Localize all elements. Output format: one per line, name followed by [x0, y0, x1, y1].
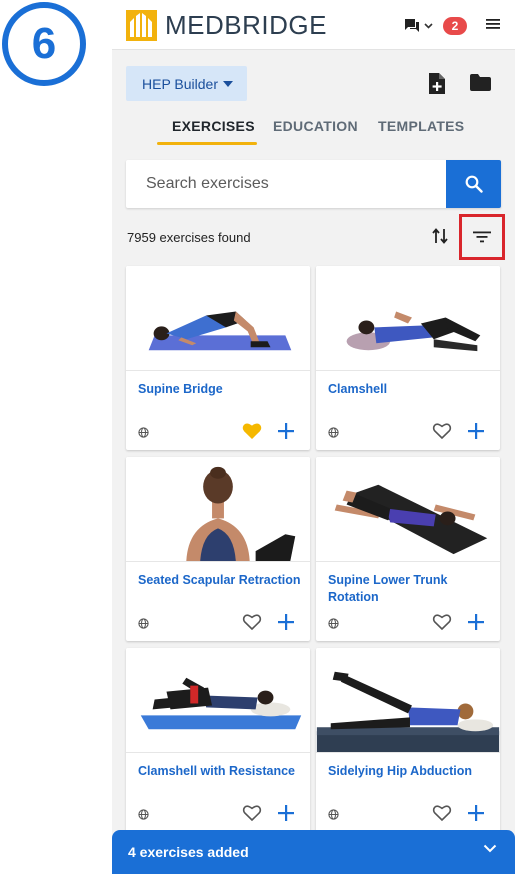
exercise-image	[126, 457, 310, 562]
heart-outline-icon[interactable]	[242, 613, 262, 631]
exercise-image	[316, 266, 500, 371]
new-document-icon[interactable]	[428, 73, 446, 95]
caret-down-icon	[223, 81, 233, 87]
exercise-title[interactable]: Supine Lower Trunk Rotation	[328, 572, 493, 606]
heart-outline-icon[interactable]	[432, 422, 452, 440]
exercise-image	[316, 457, 500, 562]
chevron-down-icon	[424, 22, 433, 29]
add-plus-icon[interactable]	[468, 614, 484, 630]
chevron-down-icon[interactable]	[483, 844, 497, 853]
tab-education[interactable]: EDUCATION	[273, 118, 358, 134]
exercise-image	[126, 266, 310, 371]
exercise-card[interactable]: Supine Bridge	[126, 266, 310, 450]
add-plus-icon[interactable]	[278, 805, 294, 821]
globe-icon	[138, 809, 149, 820]
tab-exercises[interactable]: EXERCISES	[172, 118, 255, 134]
globe-icon	[328, 809, 339, 820]
add-plus-icon[interactable]	[278, 614, 294, 630]
exercise-card[interactable]: Clamshell with Resistance	[126, 648, 310, 832]
globe-icon	[138, 618, 149, 629]
heart-outline-icon[interactable]	[432, 804, 452, 822]
brand-name: MEDBRIDGE	[165, 10, 327, 40]
exercise-title[interactable]: Sidelying Hip Abduction	[328, 763, 493, 780]
globe-icon	[138, 427, 149, 438]
exercises-added-label: 4 exercises added	[128, 844, 249, 860]
sort-icon[interactable]	[432, 227, 448, 245]
tab-templates[interactable]: TEMPLATES	[378, 118, 464, 134]
exercise-card[interactable]: Sidelying Hip Abduction	[316, 648, 500, 832]
globe-icon	[328, 427, 339, 438]
exercise-image	[126, 648, 310, 753]
hep-builder-dropdown[interactable]: HEP Builder	[126, 66, 247, 101]
medbridge-logo[interactable]: MEDBRIDGE	[126, 10, 327, 41]
content-tabs: EXERCISES EDUCATION TEMPLATES	[112, 110, 515, 146]
folder-icon[interactable]	[470, 74, 491, 91]
filter-icon	[473, 231, 491, 243]
exercise-title[interactable]: Clamshell with Resistance	[138, 763, 303, 780]
exercise-image	[316, 648, 500, 753]
app-panel: MEDBRIDGE 2 HEP Builder EXERCISES EDUCAT…	[112, 0, 515, 874]
messages-menu[interactable]	[404, 18, 433, 33]
heart-outline-icon[interactable]	[432, 613, 452, 631]
results-count: 7959 exercises found	[127, 230, 251, 245]
exercise-card[interactable]: Clamshell	[316, 266, 500, 450]
exercise-title[interactable]: Seated Scapular Retraction	[138, 572, 303, 589]
search-button[interactable]	[446, 160, 501, 208]
chat-icon	[405, 19, 419, 32]
top-bar: MEDBRIDGE 2	[112, 0, 515, 50]
exercise-title[interactable]: Supine Bridge	[138, 381, 303, 398]
step-number-badge: 6	[2, 2, 86, 86]
hamburger-menu-icon[interactable]	[486, 18, 500, 30]
search-icon	[465, 175, 483, 193]
heart-filled-icon[interactable]	[242, 422, 262, 440]
add-plus-icon[interactable]	[468, 805, 484, 821]
hep-builder-label: HEP Builder	[142, 75, 219, 92]
globe-icon	[328, 618, 339, 629]
heart-outline-icon[interactable]	[242, 804, 262, 822]
exercise-card[interactable]: Supine Lower Trunk Rotation	[316, 457, 500, 641]
exercise-title[interactable]: Clamshell	[328, 381, 493, 398]
add-plus-icon[interactable]	[468, 423, 484, 439]
logo-mark-icon	[126, 10, 157, 41]
search-bar	[126, 160, 501, 208]
filter-button[interactable]	[459, 214, 505, 260]
exercises-added-bar[interactable]: 4 exercises added	[112, 830, 515, 874]
exercise-card[interactable]: Seated Scapular Retraction	[126, 457, 310, 641]
active-tab-indicator	[157, 142, 257, 145]
notification-badge[interactable]: 2	[443, 17, 467, 35]
add-plus-icon[interactable]	[278, 423, 294, 439]
search-input[interactable]	[126, 160, 446, 208]
